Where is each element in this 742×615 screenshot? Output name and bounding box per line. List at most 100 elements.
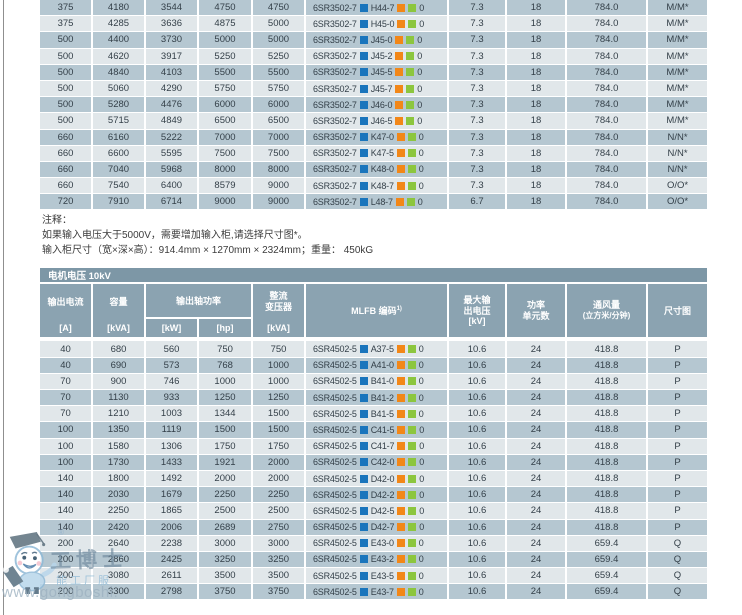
- mlfb-option-box-green-icon: [406, 52, 414, 60]
- value-cell: M/M*: [648, 97, 707, 112]
- value-cell: 1750: [199, 439, 253, 454]
- mlfb-text: 6SR4502-5: [313, 393, 357, 403]
- value-cell: 3636: [146, 16, 199, 31]
- value-cell: 5715: [93, 113, 146, 128]
- value-cell: 2238: [146, 536, 199, 551]
- value-cell: 2030: [93, 487, 146, 502]
- value-cell: 5500: [199, 65, 253, 80]
- mlfb-text: 0: [419, 490, 424, 500]
- value-cell: 1250: [199, 390, 253, 405]
- value-cell: 7.3: [449, 81, 507, 96]
- table-row: 10013501119150015006SR4502-5C41-5010.624…: [40, 422, 707, 437]
- mlfb-option-box-blue-icon: [360, 361, 368, 369]
- value-cell: P: [648, 341, 707, 356]
- value-cell: 5222: [146, 130, 199, 145]
- table-row: 4069057376810006SR4502-5A41-0010.624418.…: [40, 358, 707, 373]
- value-cell: 24: [507, 568, 567, 583]
- value-cell: 7.3: [449, 97, 507, 112]
- table-row: 37542853636487550006SR3502-7H45-007.3187…: [40, 16, 707, 31]
- mlfb-option-box-green-icon: [406, 101, 414, 109]
- value-cell: P: [648, 471, 707, 486]
- value-cell: 24: [507, 503, 567, 518]
- mlfb-option-box-orange-icon: [397, 572, 405, 580]
- mlfb-text: 6SR3502-7: [313, 148, 357, 158]
- value-cell: 24: [507, 471, 567, 486]
- value-cell: 500: [40, 32, 93, 47]
- table-row: 14020301679225022506SR4502-5D42-2010.624…: [40, 487, 707, 502]
- mlfb-text: 6SR4502-5: [313, 571, 357, 581]
- value-cell: 1730: [93, 455, 146, 470]
- mlfb-text: 0: [419, 441, 424, 451]
- mlfb-text: A37-5: [371, 344, 394, 354]
- value-cell: 2640: [93, 536, 146, 551]
- value-cell: 4840: [93, 65, 146, 80]
- mlfb-option-box-blue-icon: [360, 85, 368, 93]
- value-cell: 24: [507, 584, 567, 599]
- mlfb-text: 6SR3502-7: [313, 67, 357, 77]
- mlfb-text: H45-0: [371, 19, 395, 29]
- value-cell: 100: [40, 455, 93, 470]
- value-cell: 750: [199, 341, 253, 356]
- mlfb-option-box-green-icon: [408, 555, 416, 563]
- mlfb-option-box-orange-icon: [396, 198, 404, 206]
- mlfb-option-box-green-icon: [408, 539, 416, 547]
- mlfb-code-cell: 6SR4502-5E43-70: [306, 584, 449, 599]
- value-cell: Q: [648, 552, 707, 567]
- value-cell: 418.8: [567, 520, 648, 535]
- mlfb-code-cell: 6SR4502-5D42-70: [306, 520, 449, 535]
- mlfb-option-box-orange-icon: [397, 394, 405, 402]
- value-cell: 4180: [93, 0, 146, 15]
- mlfb-option-box-orange-icon: [397, 539, 405, 547]
- col-header-mlfb: MLFB 编码1): [306, 284, 449, 337]
- mlfb-option-box-green-icon: [406, 85, 414, 93]
- value-cell: P: [648, 374, 707, 389]
- mlfb-text: L48-7: [371, 197, 393, 207]
- mlfb-text: C41-5: [371, 425, 395, 435]
- value-cell: 2420: [93, 520, 146, 535]
- mlfb-text: K47-5: [371, 148, 394, 158]
- value-cell: 418.8: [567, 455, 648, 470]
- value-cell: N/N*: [648, 146, 707, 161]
- mlfb-code-cell: 6SR4502-5B41-00: [306, 374, 449, 389]
- mlfb-option-box-blue-icon: [360, 52, 368, 60]
- mlfb-text: 6SR3502-7: [313, 116, 357, 126]
- mlfb-option-box-orange-icon: [397, 410, 405, 418]
- value-cell: 3250: [199, 552, 253, 567]
- value-cell: M/M*: [648, 65, 707, 80]
- mlfb-text: B41-5: [371, 409, 394, 419]
- table-row: 50050604290575057506SR3502-7J45-707.3187…: [40, 81, 707, 96]
- value-cell: 3544: [146, 0, 199, 15]
- mlfb-option-box-green-icon: [408, 572, 416, 580]
- mlfb-code-cell: 6SR3502-7K48-00: [306, 162, 449, 177]
- value-cell: 418.8: [567, 406, 648, 421]
- value-cell: 784.0: [567, 178, 648, 193]
- value-cell: O/O*: [648, 178, 707, 193]
- value-cell: P: [648, 503, 707, 518]
- mlfb-text: 6SR4502-5: [313, 474, 357, 484]
- value-cell: 140: [40, 503, 93, 518]
- mlfb-code-cell: 6SR4502-5D42-20: [306, 487, 449, 502]
- table-row: 37541803544475047506SR3502-7H44-707.3187…: [40, 0, 707, 15]
- value-cell: 5280: [93, 97, 146, 112]
- value-cell: 1250: [253, 390, 306, 405]
- mlfb-text: E43-2: [371, 554, 394, 564]
- value-cell: 7.3: [449, 16, 507, 31]
- col-header-max-voltage: 最大输 出电压 [kV]: [449, 284, 507, 337]
- value-cell: 720: [40, 194, 93, 209]
- mlfb-code-cell: 6SR4502-5C42-00: [306, 455, 449, 470]
- value-cell: 5000: [253, 16, 306, 31]
- value-cell: 418.8: [567, 358, 648, 373]
- mlfb-option-box-green-icon: [408, 410, 416, 418]
- value-cell: 18: [507, 32, 567, 47]
- value-cell: 4750: [199, 0, 253, 15]
- mlfb-code-cell: 6SR3502-7J45-20: [306, 49, 449, 64]
- value-cell: 4476: [146, 97, 199, 112]
- table-row: 66070405968800080006SR3502-7K48-007.3187…: [40, 162, 707, 177]
- mlfb-text: 6SR3502-7: [313, 3, 357, 13]
- mlfb-text: J45-7: [371, 84, 393, 94]
- mlfb-text: 0: [419, 587, 424, 597]
- mlfb-option-box-green-icon: [408, 588, 416, 596]
- value-cell: 10.6: [449, 374, 507, 389]
- value-cell: 660: [40, 130, 93, 145]
- value-cell: P: [648, 439, 707, 454]
